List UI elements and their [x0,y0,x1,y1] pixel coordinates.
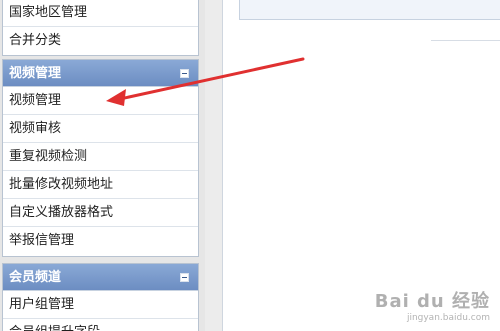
sidebar-item-video-management[interactable]: 视频管理 [3,87,198,115]
sidebar-item-member-group-upgrade[interactable]: 会员组提升字段 [3,319,198,331]
sidebar-item-video-review[interactable]: 视频审核 [3,115,198,143]
content-divider [431,40,500,41]
sidebar-item-user-group-management[interactable]: 用户组管理 [3,291,198,319]
sidebar-panel-top: 国家地区管理 合并分类 [2,0,199,56]
watermark-brand: Bai du 经验 [374,291,490,312]
video-panel-title: 视频管理 [9,66,62,81]
watermark-logo: Bai du 经验 jingyan.baidu.com [375,287,490,323]
collapse-icon[interactable] [180,273,189,282]
member-panel-title: 会员频道 [9,270,62,285]
sidebar-item-report-management[interactable]: 举报信管理 [3,227,198,255]
sidebar: 国家地区管理 合并分类 视频管理 视频管理 视频审核 重复视频检测 批量修改视频… [0,0,205,331]
sidebar-item-custom-player-format[interactable]: 自定义播放器格式 [3,199,198,227]
content-header-bar [239,0,500,20]
sidebar-item-region-management[interactable]: 国家地区管理 [3,0,198,27]
video-management-panel: 视频管理 视频管理 视频审核 重复视频检测 批量修改视频地址 自定义播放器格式 … [2,59,199,257]
sidebar-item-batch-modify-video-url[interactable]: 批量修改视频地址 [3,171,198,199]
member-channel-panel: 会员频道 用户组管理 会员组提升字段 [2,263,199,331]
sidebar-item-duplicate-video-detection[interactable]: 重复视频检测 [3,143,198,171]
watermark-url: jingyan.baidu.com [406,313,490,323]
collapse-icon[interactable] [180,69,189,78]
sidebar-item-merge-category[interactable]: 合并分类 [3,27,198,55]
main-content-area [222,0,500,331]
video-panel-header[interactable]: 视频管理 [3,60,198,87]
member-panel-header[interactable]: 会员频道 [3,264,198,291]
